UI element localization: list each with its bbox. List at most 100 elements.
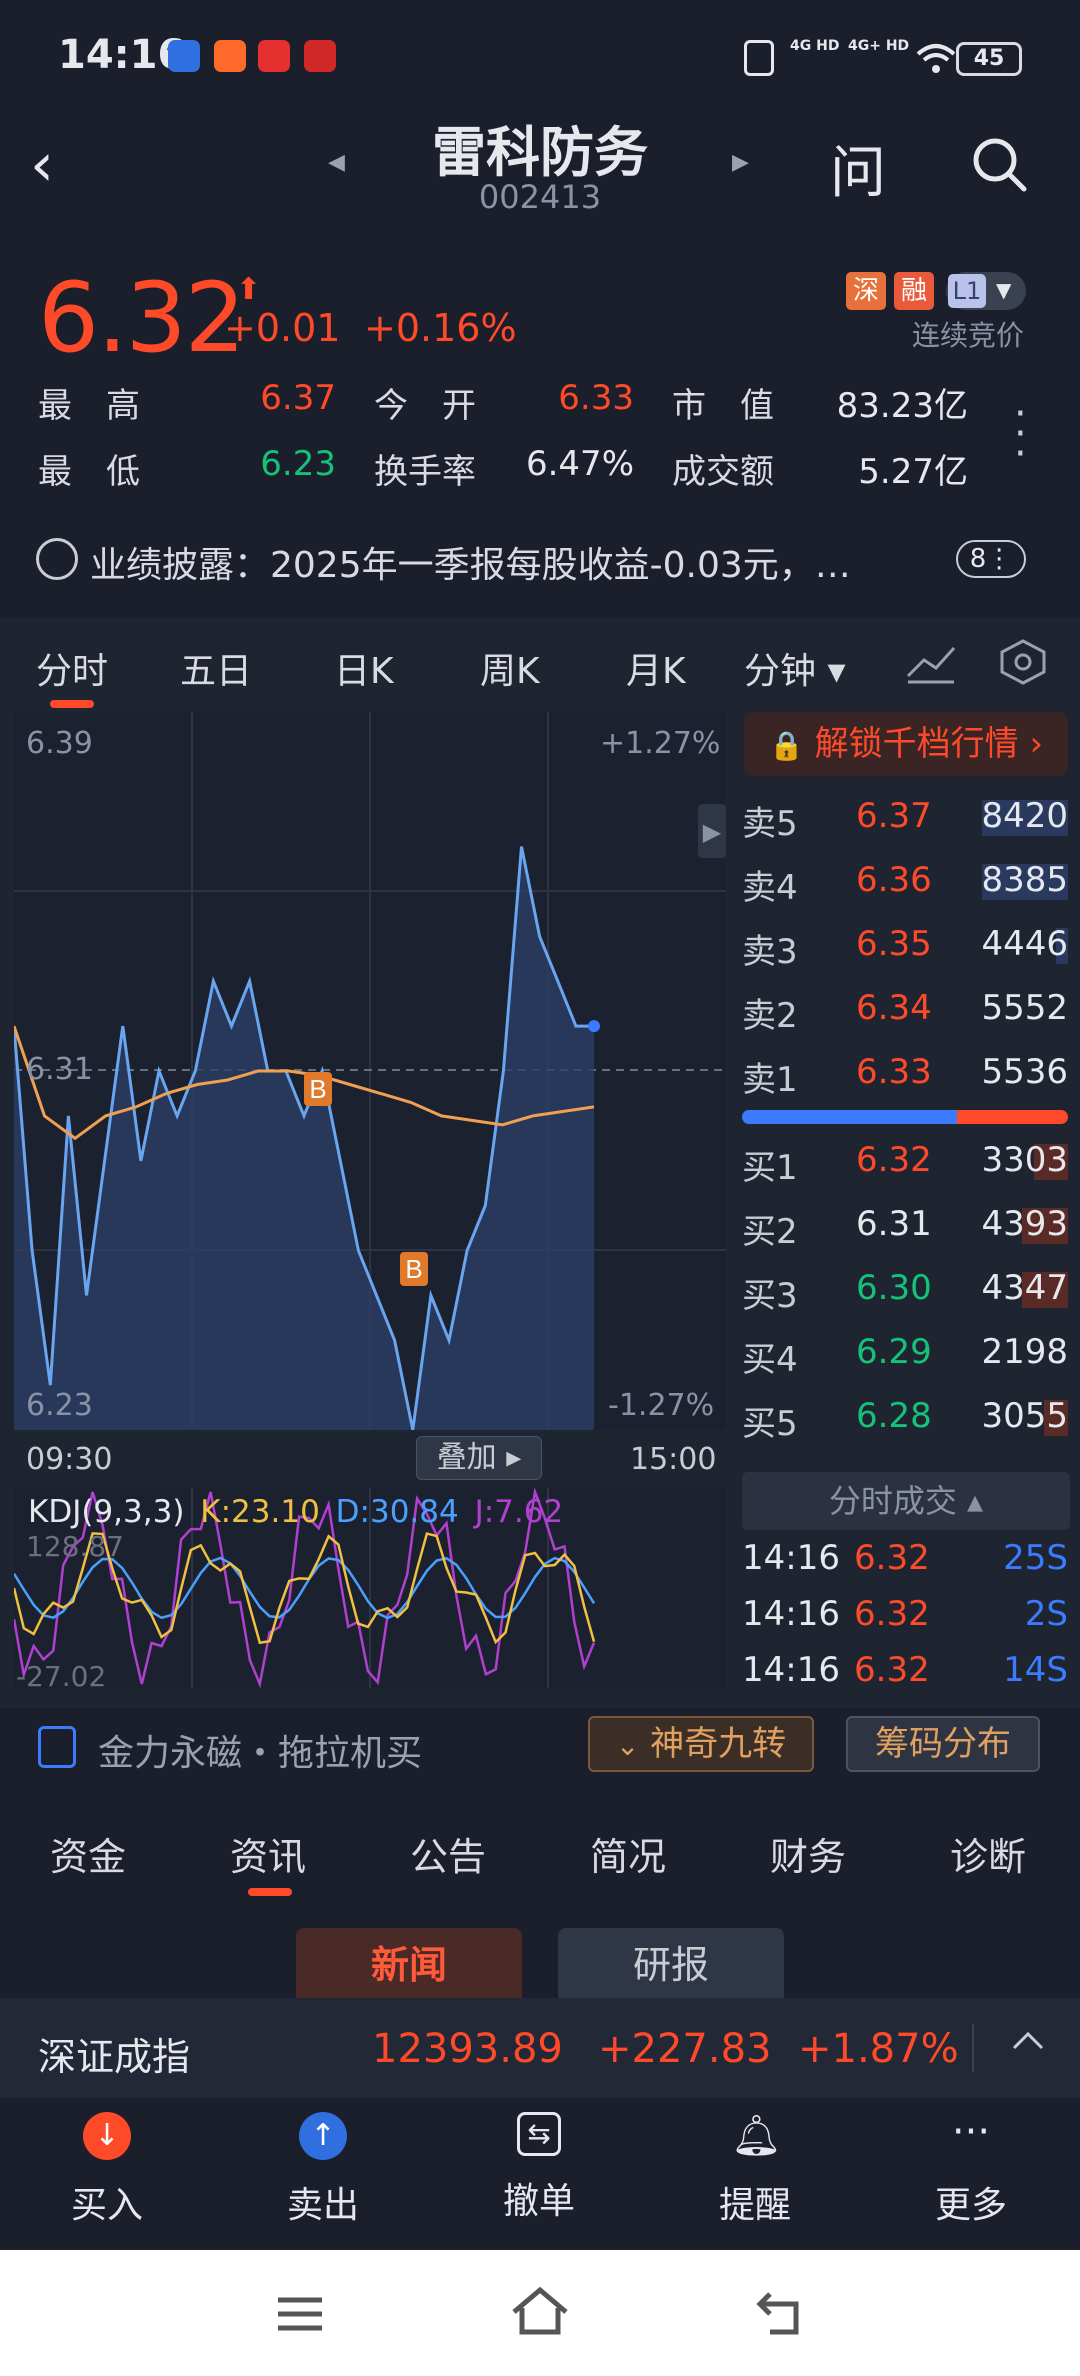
tab-overview[interactable]: 简况 — [590, 1826, 666, 1881]
current-price: 6.32 — [38, 262, 246, 374]
stat-value: 83.23亿 — [836, 386, 968, 426]
order-price[interactable]: 6.29 — [856, 1332, 932, 1372]
order-price[interactable]: 6.34 — [856, 988, 932, 1028]
order-volume: 4393 — [981, 1204, 1068, 1244]
order-price[interactable]: 6.28 — [856, 1396, 932, 1436]
status-time: 14:16 — [58, 32, 186, 78]
notice-count-badge[interactable]: 8⋮ — [956, 540, 1026, 578]
x-axis-start: 09:30 — [26, 1442, 113, 1477]
chevron-up-icon[interactable] — [1008, 2022, 1048, 2062]
chip-distribution-button[interactable]: 筹码分布 — [846, 1716, 1040, 1772]
vibrate-icon — [744, 40, 774, 76]
strategy-text[interactable]: 金力永磁・拖拉机买 — [98, 1724, 422, 1776]
level-dropdown[interactable]: L1 ▼ — [946, 272, 1026, 310]
order-price[interactable]: 6.30 — [856, 1268, 932, 1308]
tab-daily-k[interactable]: 日K — [334, 642, 394, 694]
last-price-dot — [588, 1020, 600, 1033]
next-stock-icon[interactable]: ▶ — [732, 150, 749, 175]
app-notification-icon — [258, 40, 290, 72]
magic-nine-label: 神奇九转 — [650, 1724, 787, 1764]
kdj-title: KDJ(9,3,3) — [28, 1494, 185, 1530]
order-level-label: 卖5 — [742, 804, 798, 844]
tick-time: 14:16 — [742, 1650, 840, 1690]
tab-intraday[interactable]: 分时 — [36, 642, 108, 694]
news-subtab[interactable]: 新闻 — [296, 1928, 522, 1998]
order-volume: 3303 — [981, 1140, 1068, 1180]
order-volume: 4446 — [981, 924, 1068, 964]
svg-text:B: B — [309, 1074, 326, 1104]
kdj-legend: KDJ(9,3,3) K:23.10 D:30.84 J:7.62 — [28, 1494, 563, 1530]
kdj-k-value: K:23.10 — [200, 1494, 320, 1530]
ask-button[interactable]: 问 — [830, 128, 886, 209]
order-price[interactable]: 6.37 — [856, 796, 932, 836]
up-arrow-icon: ⬆ — [236, 272, 262, 307]
cancel-order-button[interactable]: ⇆ 撤单 — [464, 2112, 614, 2224]
more-button[interactable]: ··· 更多 — [896, 2112, 1046, 2228]
order-level-label: 买4 — [742, 1340, 798, 1380]
more-icon: ··· — [951, 2109, 991, 2155]
tick-price: 6.32 — [854, 1594, 930, 1634]
tab-finance[interactable]: 财务 — [770, 1826, 846, 1881]
index-value: 12393.89 — [372, 2026, 563, 2072]
index-change-pct: +1.87% — [798, 2026, 959, 2072]
svg-text:B: B — [405, 1254, 422, 1284]
order-price[interactable]: 6.36 — [856, 860, 932, 900]
magic-nine-button[interactable]: ⌄ 神奇九转 — [588, 1716, 814, 1772]
more-label: 更多 — [934, 2185, 1007, 2226]
tick-time: 14:16 — [742, 1594, 840, 1634]
tag-shenzhen: 深 — [846, 272, 886, 310]
alert-button[interactable]: 🔔︎ 提醒 — [680, 2112, 830, 2228]
active-tab-indicator — [50, 700, 94, 708]
menu-icon[interactable] — [276, 2294, 324, 2334]
stat-value: 6.37 — [260, 378, 336, 418]
tab-diagnosis[interactable]: 诊断 — [950, 1826, 1026, 1881]
tab-weekly-k[interactable]: 周K — [480, 642, 540, 694]
tick-volume: 2S — [1024, 1594, 1068, 1634]
unlock-label: 解锁千档行情 › — [814, 724, 1044, 764]
order-price[interactable]: 6.31 — [856, 1204, 932, 1244]
tab-monthly-k[interactable]: 月K — [626, 642, 686, 694]
wifi-icon — [916, 44, 956, 73]
tick-volume: 14S — [1003, 1650, 1068, 1690]
price-change-pct: +0.16% — [364, 306, 517, 350]
order-level-label: 买5 — [742, 1404, 798, 1444]
settings-icon[interactable] — [998, 638, 1048, 686]
more-vertical-icon[interactable]: · · · — [1014, 394, 1027, 474]
overlay-button[interactable]: 叠加 ▸ — [416, 1436, 542, 1480]
buy-button[interactable]: ↓ 买入 — [32, 2112, 182, 2228]
search-icon[interactable] — [970, 135, 1028, 193]
chart-style-icon[interactable] — [906, 640, 956, 684]
bid-ratio-fill — [742, 1110, 957, 1124]
stat-label: 市 值 — [672, 386, 774, 426]
sell-button[interactable]: ↑ 卖出 — [248, 2112, 398, 2228]
order-volume: 2198 — [981, 1332, 1068, 1372]
kdj-min: -27.02 — [16, 1660, 107, 1693]
bid-ask-ratio-bar — [742, 1110, 1068, 1124]
tab-funds[interactable]: 资金 — [50, 1826, 126, 1881]
tick-trades-header[interactable]: 分时成交 ▴ — [742, 1472, 1070, 1530]
order-price[interactable]: 6.32 — [856, 1140, 932, 1180]
home-icon[interactable] — [510, 2286, 570, 2338]
stat-label: 换手率 — [374, 452, 476, 492]
tab-news-info[interactable]: 资讯 — [230, 1826, 306, 1881]
intraday-chart[interactable]: B B ▶ — [14, 712, 726, 1430]
back-nav-icon[interactable] — [756, 2290, 806, 2336]
tab-minute[interactable]: 分钟 ▾ — [744, 642, 846, 694]
cancel-order-icon: ⇆ — [517, 2112, 561, 2156]
index-name: 深证成指 — [38, 2035, 191, 2079]
tag-level: L1 — [948, 274, 986, 308]
y-axis-mid: 6.31 — [26, 1052, 93, 1087]
order-price[interactable]: 6.35 — [856, 924, 932, 964]
unlock-depth-button[interactable]: 🔒 解锁千档行情 › — [744, 712, 1068, 776]
tab-five-day[interactable]: 五日 — [180, 642, 252, 694]
order-price[interactable]: 6.33 — [856, 1052, 932, 1092]
tag-margin: 融 — [894, 272, 934, 310]
tab-announcements[interactable]: 公告 — [410, 1826, 486, 1881]
order-level-label: 卖3 — [742, 932, 798, 972]
research-report-subtab[interactable]: 研报 — [558, 1928, 784, 1998]
buy-icon: ↓ — [83, 2112, 131, 2160]
order-volume: 4347 — [981, 1268, 1068, 1308]
cancel-order-label: 撤单 — [502, 2181, 575, 2222]
strategy-icon — [38, 1726, 76, 1768]
network-icon: 4G+ HD — [848, 38, 910, 54]
